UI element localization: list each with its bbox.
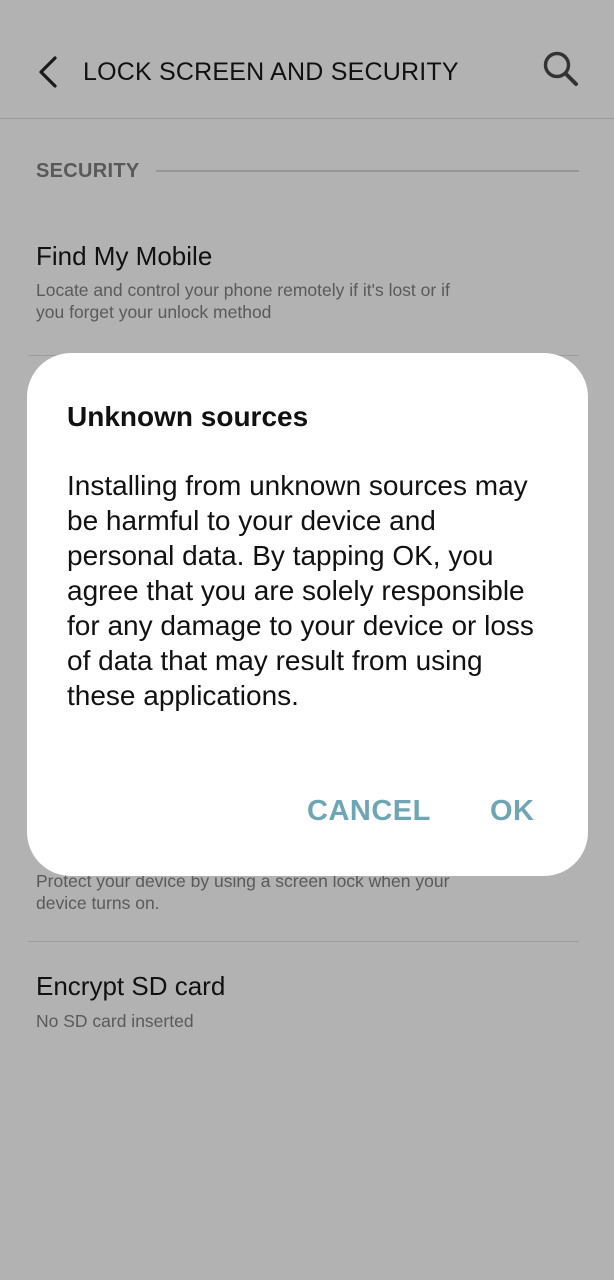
setting-item-subtitle: Protect your device by using a screen lo…: [36, 871, 450, 913]
setting-item-find-my-mobile[interactable]: Find My Mobile Locate and control your p…: [36, 240, 579, 323]
ok-button[interactable]: OK: [490, 793, 535, 829]
app-bar: LOCK SCREEN AND SECURITY: [0, 0, 614, 119]
cancel-button[interactable]: CANCEL: [307, 793, 431, 829]
setting-item-subtitle: Locate and control your phone remotely i…: [36, 280, 450, 322]
search-button[interactable]: [538, 46, 584, 92]
section-header-security: SECURITY: [36, 156, 579, 186]
setting-item-encrypt-sd-card[interactable]: Encrypt SD card No SD card inserted: [36, 970, 579, 1032]
section-label: SECURITY: [36, 159, 140, 182]
setting-item-title: Encrypt SD card: [36, 971, 226, 1001]
search-icon: [543, 51, 578, 86]
setting-item-secure-startup[interactable]: Protect your device by using a screen lo…: [36, 870, 579, 914]
back-button[interactable]: [28, 52, 68, 92]
section-divider: [155, 170, 579, 172]
page-title: LOCK SCREEN AND SECURITY: [83, 58, 459, 86]
unknown-sources-dialog: Unknown sources Installing from unknown …: [27, 353, 588, 876]
dialog-message: Installing from unknown sources may be h…: [67, 470, 534, 711]
dialog-title: Unknown sources: [67, 401, 309, 432]
divider: [28, 941, 579, 942]
setting-item-title: Find My Mobile: [36, 241, 213, 271]
setting-item-subtitle: No SD card inserted: [36, 1011, 194, 1031]
chevron-left-icon: [39, 56, 57, 88]
